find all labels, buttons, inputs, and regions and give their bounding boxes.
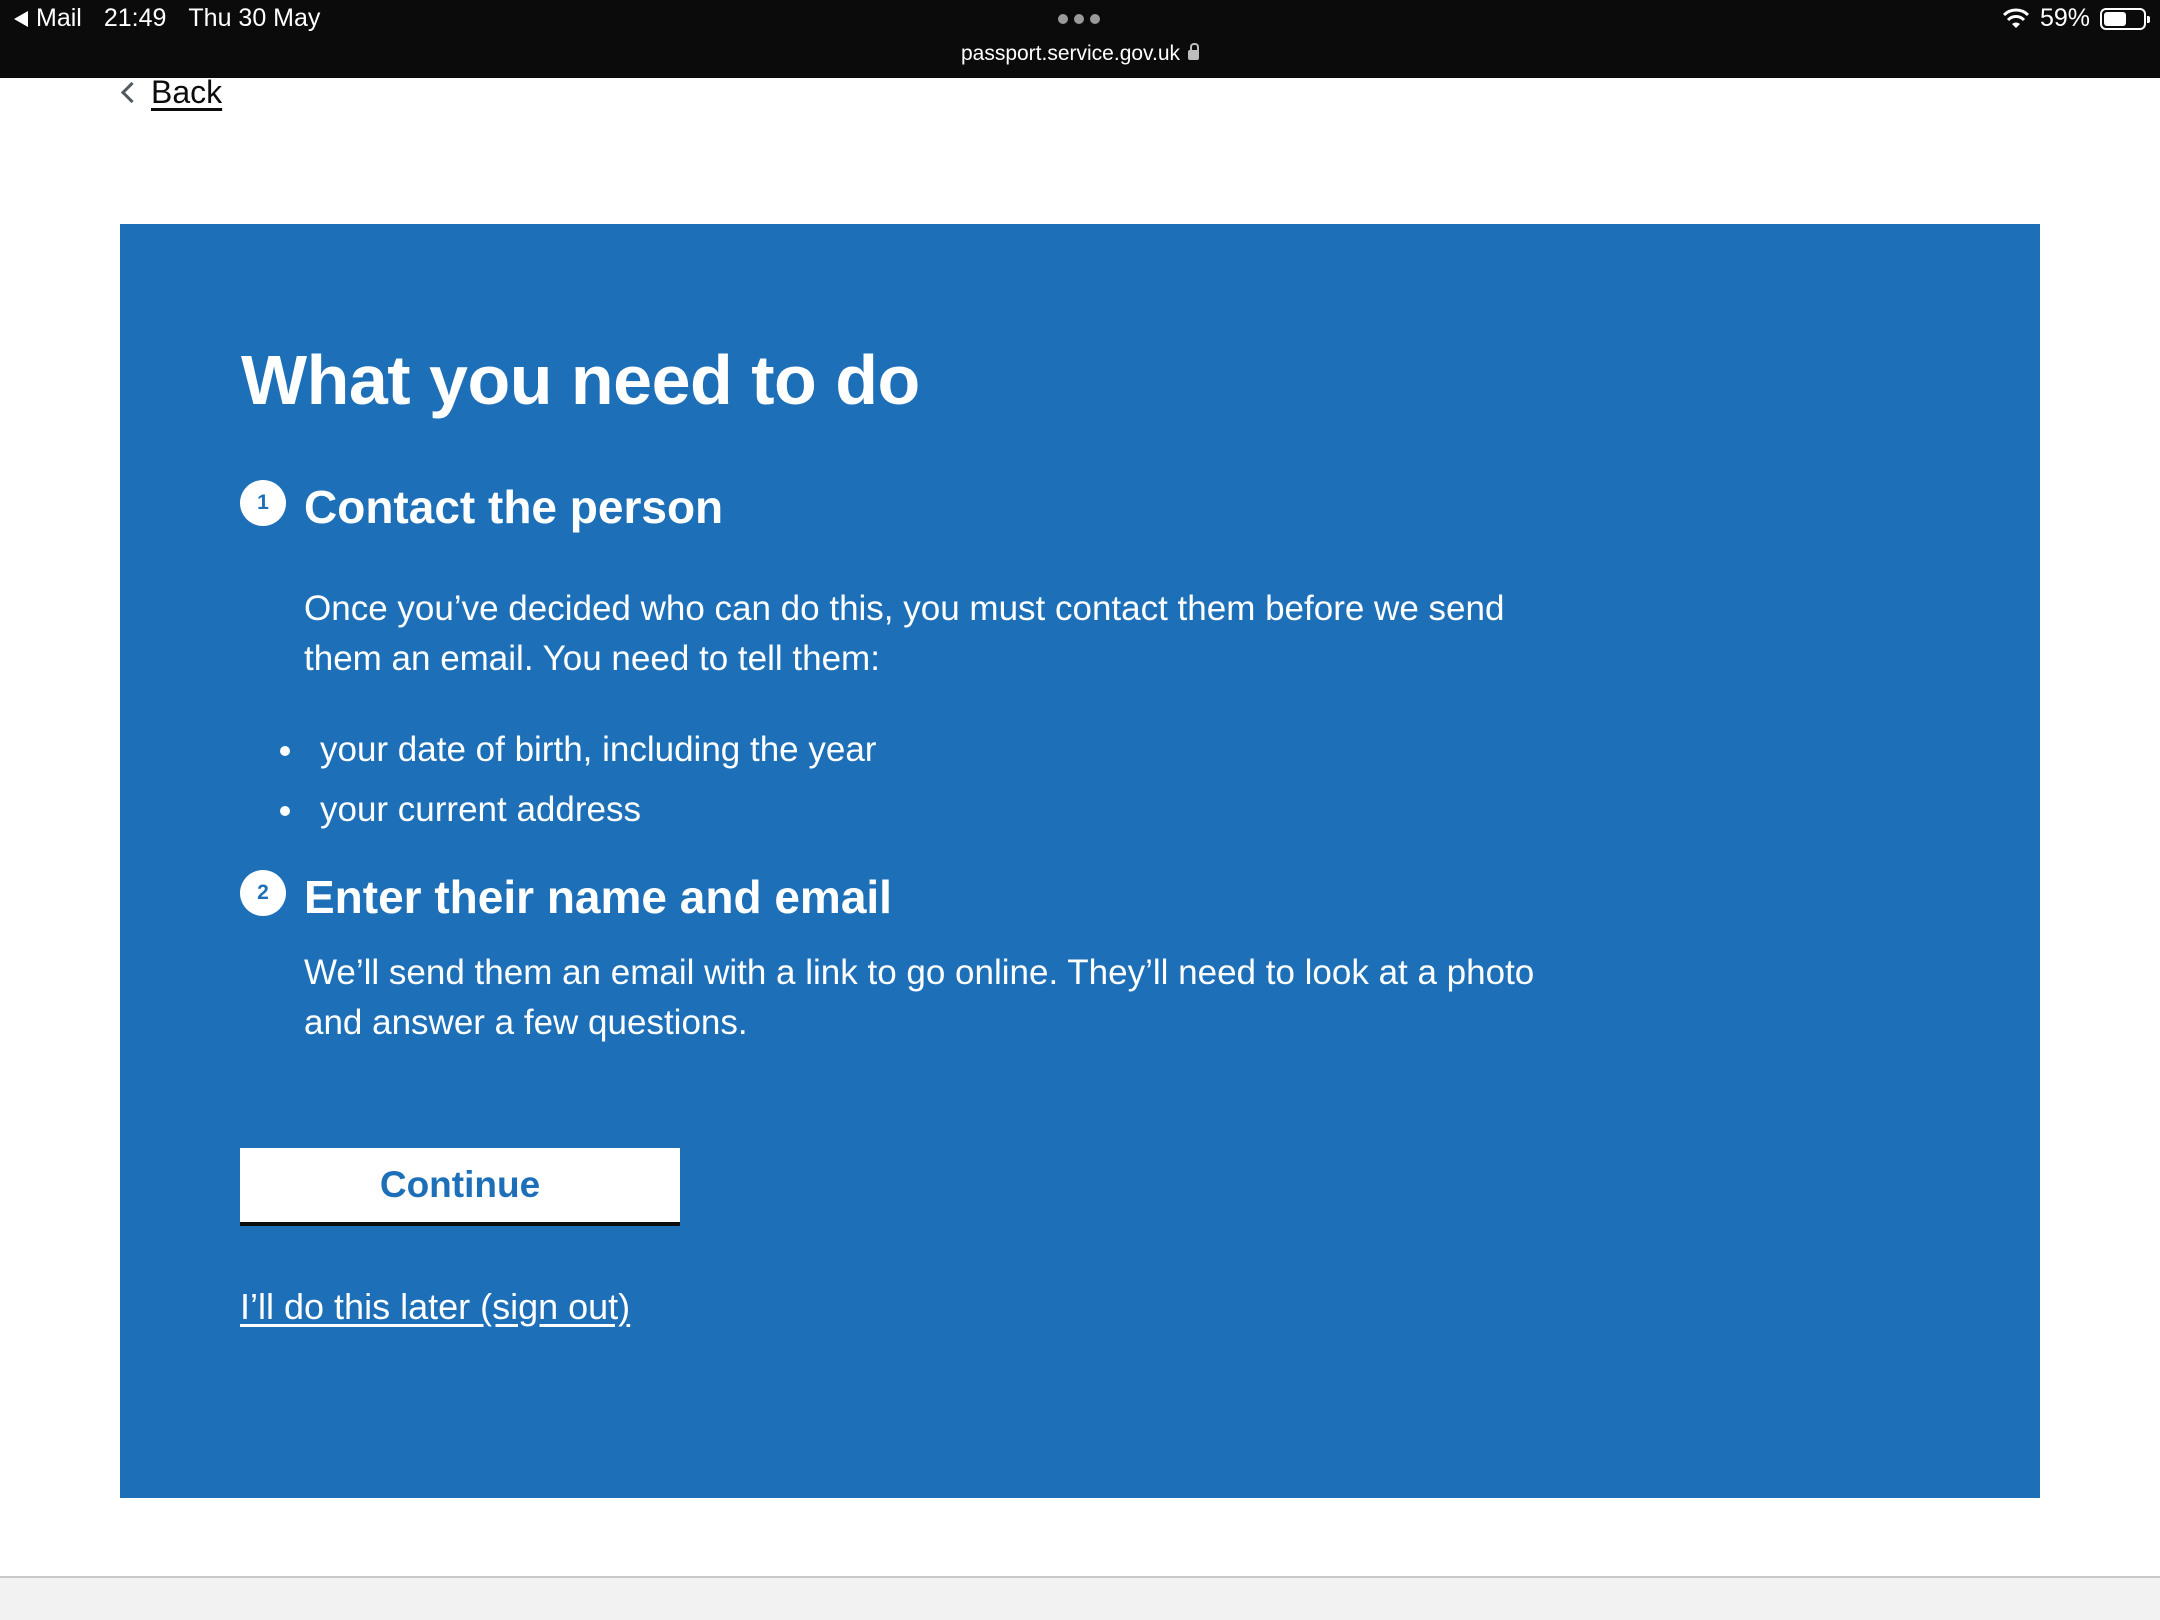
step-2-heading: Enter their name and email <box>304 871 892 923</box>
lock-icon <box>1188 43 1200 60</box>
list-item: your current address <box>280 780 876 840</box>
back-triangle-icon <box>14 10 28 27</box>
status-bar-right: 59% <box>2002 4 2150 33</box>
back-app-label: Mail <box>36 4 82 32</box>
list-item: your date of birth, including the year <box>280 720 876 780</box>
wifi-icon <box>2002 8 2030 30</box>
info-panel: What you need to do 1 Contact the person… <box>120 224 2040 1498</box>
status-time: 21:49 <box>103 4 167 32</box>
status-date: Thu 30 May <box>188 4 321 32</box>
step-number-1: 1 <box>240 480 286 526</box>
status-bar-left: Mail 21:49 Thu 30 May <box>14 4 320 33</box>
back-link-label: Back <box>151 74 223 110</box>
bullet-text: your current address <box>320 790 641 829</box>
sign-out-link[interactable]: I’ll do this later (sign out) <box>240 1286 630 1328</box>
continue-button[interactable]: Continue <box>240 1148 680 1222</box>
back-link[interactable]: Back <box>120 74 222 111</box>
step-1-heading: Contact the person <box>304 481 724 533</box>
step-2-body: We’ll send them an email with a link to … <box>304 953 1535 1042</box>
battery-percent: 59% <box>2039 4 2090 32</box>
chevron-left-icon <box>120 81 143 104</box>
bullet-text: your date of birth, including the year <box>320 730 877 769</box>
battery-fill <box>2104 11 2126 26</box>
step-1-body: Once you’ve decided who can do this, you… <box>304 589 1505 678</box>
url-text: passport.service.gov.uk <box>960 42 1181 65</box>
bullet-icon <box>280 746 290 756</box>
status-bar: Mail 21:49 Thu 30 May passport.service.g… <box>0 0 2160 78</box>
back-to-app[interactable]: Mail <box>14 4 82 33</box>
battery-icon <box>2100 7 2150 30</box>
bottom-toolbar <box>0 1576 2160 1620</box>
page-title: What you need to do <box>241 341 920 419</box>
bullet-icon <box>280 806 290 816</box>
step-1-bullet-list: your date of birth, including the year y… <box>280 720 876 840</box>
address-bar[interactable]: passport.service.gov.uk <box>0 42 2160 66</box>
step-number-2: 2 <box>240 870 286 916</box>
multitasking-dots-icon[interactable] <box>1058 14 1100 24</box>
